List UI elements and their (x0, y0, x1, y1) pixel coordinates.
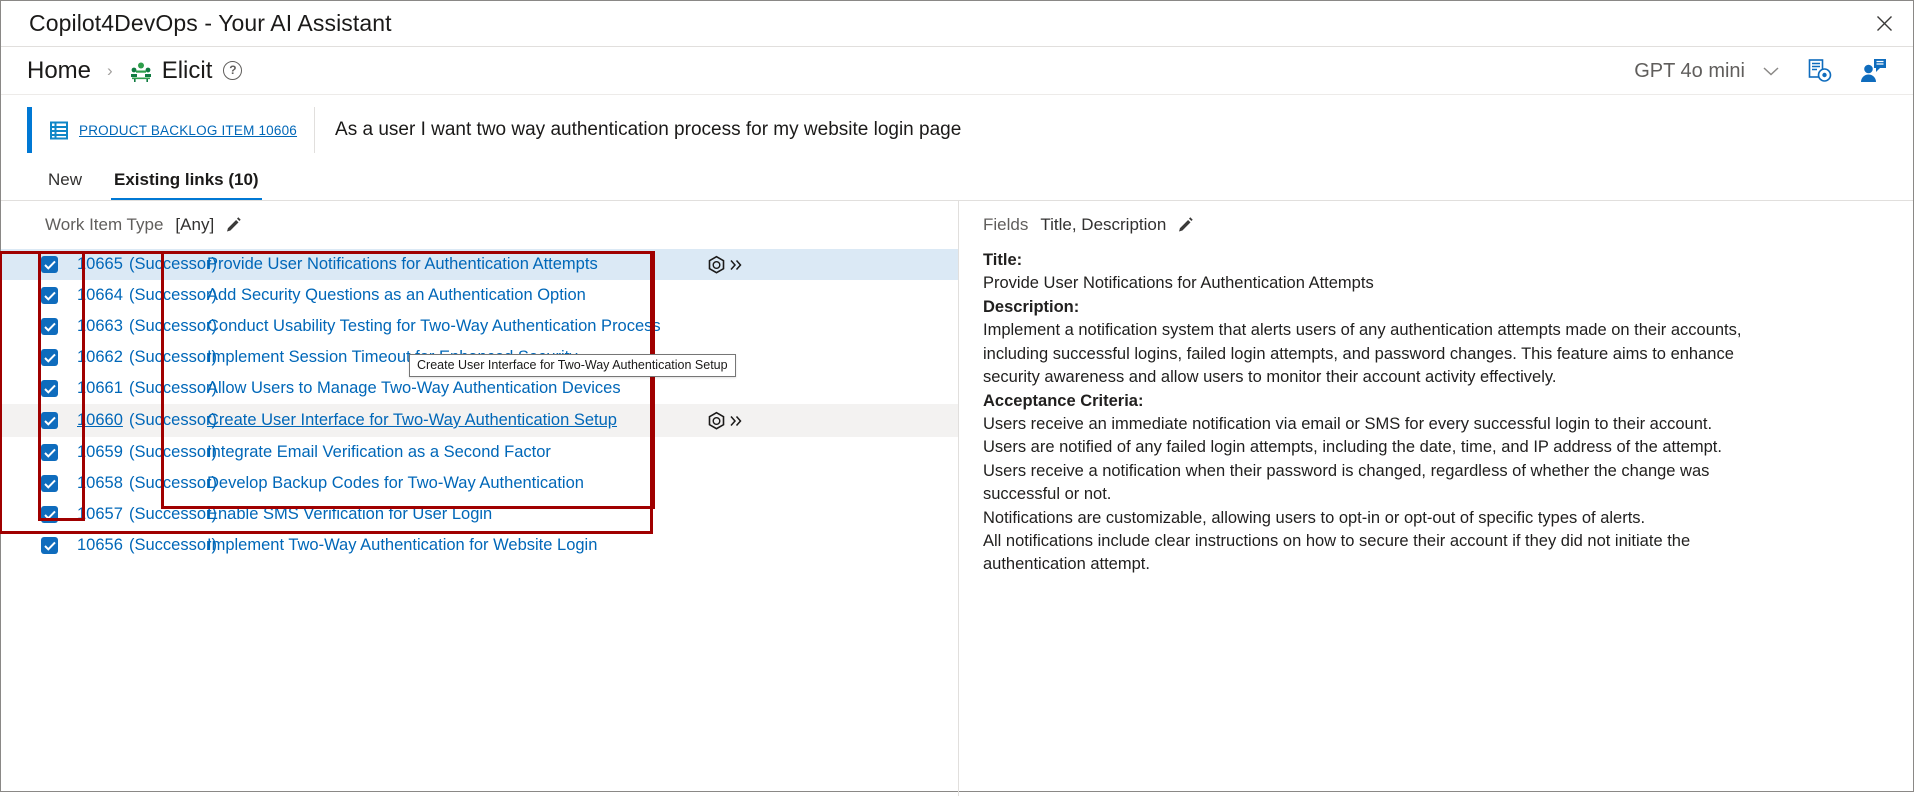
title-bar: Copilot4DevOps - Your AI Assistant (1, 1, 1913, 47)
fields-label: Fields (983, 215, 1029, 234)
detail-acceptance-label: Acceptance Criteria: (983, 391, 1144, 410)
row-relation: (Successor) (129, 443, 218, 461)
detail-title-value: Provide User Notifications for Authentic… (983, 274, 1374, 293)
close-button[interactable] (1855, 1, 1913, 46)
chevron-down-icon[interactable] (1761, 65, 1781, 77)
content-area: Work Item Type [Any] 10665 (Successor) P… (0, 201, 1913, 796)
filter-label: Work Item Type (45, 215, 164, 234)
help-icon[interactable]: ? (223, 61, 243, 80)
pencil-icon[interactable] (1177, 216, 1194, 234)
elicit-people-icon (129, 59, 153, 83)
detail-description-value: Implement a notification system that ale… (983, 321, 1742, 387)
row-relation: (Successor) (129, 474, 218, 492)
fields-value[interactable]: Title, Description (1040, 215, 1166, 235)
acceptance-criterion: All notifications include clear instruct… (983, 532, 1691, 574)
detail-content: Title: Provide User Notifications for Au… (959, 249, 1819, 577)
row-id[interactable]: 10659 (77, 443, 129, 462)
detail-title-label: Title: (983, 251, 1023, 269)
row-title[interactable]: Add Security Questions as an Authenticat… (207, 286, 586, 305)
table-row[interactable]: 10659 (Successor) Integrate Email Verifi… (1, 437, 958, 468)
links-pane: Work Item Type [Any] 10665 (Successor) P… (0, 201, 959, 796)
detail-description-label: Description: (983, 297, 1080, 316)
breadcrumb-current[interactable]: Elicit (162, 57, 213, 85)
row-tooltip: Create User Interface for Two-Way Authen… (409, 354, 736, 377)
table-row[interactable]: 10665 (Successor) Provide User Notificat… (1, 249, 958, 280)
document-settings-icon[interactable] (1807, 58, 1833, 84)
row-checkbox[interactable] (41, 444, 58, 461)
row-id[interactable]: 10662 (77, 348, 129, 367)
row-id[interactable]: 10658 (77, 474, 129, 493)
table-row[interactable]: 10658 (Successor) Develop Backup Codes f… (1, 468, 958, 499)
links-list: 10665 (Successor) Provide User Notificat… (1, 249, 958, 561)
row-id[interactable]: 10664 (77, 286, 129, 305)
row-title[interactable]: Create User Interface for Two-Way Authen… (207, 411, 617, 430)
row-relation: (Successor) (129, 411, 218, 429)
fields-filter: Fields Title, Description (959, 201, 1913, 249)
app-title: Copilot4DevOps - Your AI Assistant (29, 10, 392, 36)
row-relation: (Successor) (129, 255, 218, 273)
table-row[interactable]: 10656 (Successor) Implement Two-Way Auth… (1, 530, 958, 561)
row-title[interactable]: Enable SMS Verification for User Login (207, 505, 492, 524)
table-row[interactable]: 10664 (Successor) Add Security Questions… (1, 280, 958, 311)
row-title[interactable]: Integrate Email Verification as a Second… (207, 443, 551, 462)
row-checkbox[interactable] (41, 506, 58, 523)
row-relation: (Successor) (129, 505, 218, 523)
acceptance-criterion: Notifications are customizable, allowing… (983, 508, 1646, 527)
work-item-header: PRODUCT BACKLOG ITEM 10606 As a user I w… (1, 107, 1913, 153)
header-actions: GPT 4o mini (1634, 47, 1887, 95)
row-checkbox[interactable] (41, 256, 58, 273)
filter-value[interactable]: [Any] (175, 215, 214, 235)
acceptance-criterion: Users receive an immediate notification … (983, 414, 1713, 433)
row-checkbox[interactable] (41, 412, 58, 429)
row-checkbox[interactable] (41, 349, 58, 366)
breadcrumb-separator-icon: › (107, 61, 113, 80)
row-id[interactable]: 10656 (77, 536, 129, 555)
row-relation: (Successor) (129, 379, 218, 397)
tab-new[interactable]: New (45, 170, 85, 200)
fields-pane: Fields Title, Description Title: Provide… (959, 201, 1913, 796)
tab-bar: New Existing links (10) (1, 163, 1913, 201)
backlog-item-icon (50, 121, 69, 140)
work-item-link-group: PRODUCT BACKLOG ITEM 10606 (32, 107, 316, 153)
table-row[interactable]: 10661 (Successor) Allow Users to Manage … (1, 373, 958, 404)
copilot-expand-icon[interactable] (706, 254, 744, 275)
table-row[interactable]: 10657 (Successor) Enable SMS Verificatio… (1, 499, 958, 530)
acceptance-criterion: Users receive a notification when their … (983, 461, 1710, 504)
app-window: Copilot4DevOps - Your AI Assistant Home … (0, 0, 1914, 796)
row-title[interactable]: Provide User Notifications for Authentic… (207, 255, 598, 274)
row-title[interactable]: Implement Two-Way Authentication for Web… (207, 536, 597, 555)
table-row[interactable]: 10663 (Successor) Conduct Usability Test… (1, 311, 958, 342)
close-icon (1876, 15, 1893, 32)
row-checkbox[interactable] (41, 475, 58, 492)
row-id[interactable]: 10663 (77, 317, 129, 336)
user-chat-icon[interactable] (1859, 58, 1887, 84)
row-checkbox[interactable] (41, 287, 58, 304)
table-row[interactable]: 10660 (Successor) Create User Interface … (1, 404, 958, 437)
row-title[interactable]: Develop Backup Codes for Two-Way Authent… (207, 474, 584, 493)
work-item-type-filter: Work Item Type [Any] (1, 201, 958, 249)
row-relation: (Successor) (129, 536, 218, 554)
row-id[interactable]: 10661 (77, 379, 129, 398)
row-id[interactable]: 10665 (77, 255, 129, 274)
row-checkbox[interactable] (41, 380, 58, 397)
row-id[interactable]: 10660 (77, 411, 129, 430)
row-relation: (Successor) (129, 317, 218, 335)
row-relation: (Successor) (129, 348, 218, 366)
row-checkbox[interactable] (41, 318, 58, 335)
model-selector-label[interactable]: GPT 4o mini (1634, 60, 1745, 83)
pencil-icon[interactable] (225, 216, 242, 234)
work-item-link[interactable]: PRODUCT BACKLOG ITEM 10606 (79, 123, 297, 138)
row-checkbox[interactable] (41, 537, 58, 554)
row-relation: (Successor) (129, 286, 218, 304)
row-title[interactable]: Allow Users to Manage Two-Way Authentica… (207, 379, 621, 398)
row-id[interactable]: 10657 (77, 505, 129, 524)
work-item-title: As a user I want two way authentication … (335, 119, 962, 140)
acceptance-criterion: Users are notified of any failed login a… (983, 438, 1722, 457)
row-title[interactable]: Conduct Usability Testing for Two-Way Au… (207, 317, 661, 336)
copilot-expand-icon[interactable] (706, 410, 744, 431)
breadcrumb-home[interactable]: Home (27, 57, 91, 85)
breadcrumb: Home › Elicit ? GPT 4o mini (1, 47, 1913, 95)
tab-existing-links[interactable]: Existing links (10) (111, 170, 262, 200)
